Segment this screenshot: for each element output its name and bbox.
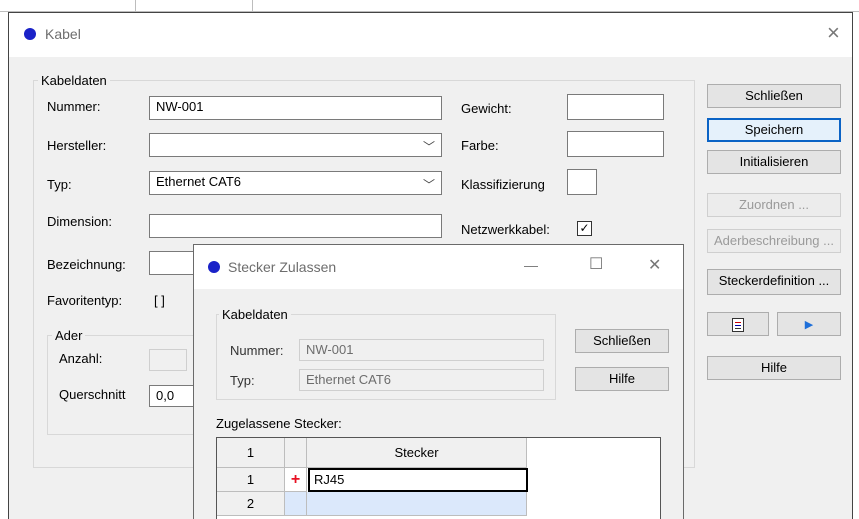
grid-title: Zugelassene Stecker: [216,416,342,431]
netzwerkkabel-label: Netzwerkkabel: [461,222,550,237]
klassifizierung-input[interactable] [567,169,597,195]
dialog-typ-input: Ethernet CAT6 [299,369,544,391]
dialog-typ-label: Typ: [230,373,255,388]
document-icon-button[interactable] [707,312,769,336]
add-marker-icon: + [285,468,307,492]
steckerdefinition-button[interactable]: Steckerdefinition ... [707,269,841,295]
hilfe-button[interactable]: Hilfe [707,356,841,380]
grid-cell-stecker[interactable] [307,492,527,516]
kabeldaten-group-title: Kabeldaten [38,73,110,88]
chevron-down-icon: ﹀ [422,178,435,192]
schliessen-button[interactable]: Schließen [707,84,841,108]
window-title: Kabel [45,26,81,42]
dialog-nummer-label: Nummer: [230,343,284,358]
play-arrow-button[interactable]: ▶ [777,312,841,336]
favoritentyp-label: Favoritentyp: [47,293,123,308]
app-dot-icon [208,261,220,273]
aderbeschreibung-button: Aderbeschreibung ... [707,229,841,253]
klassifizierung-label: Klassifizierung [461,177,545,192]
dimension-label: Dimension: [47,214,113,229]
grid-row-index: 2 [217,492,285,516]
typ-label: Typ: [47,177,72,192]
netzwerkkabel-checkbox[interactable]: ✓ [577,221,592,236]
anzahl-label: Anzahl: [59,351,103,366]
speichern-button[interactable]: Speichern [707,118,841,142]
grid-cell-stecker[interactable]: RJ45 [308,468,528,492]
document-icon [732,317,744,332]
dialog-schliessen-button[interactable]: Schließen [575,329,669,353]
kabel-titlebar: Kabel × [9,13,852,57]
hersteller-label: Hersteller: [47,138,107,153]
nummer-label: Nummer: [47,99,101,114]
background-divider [135,0,136,12]
nummer-input[interactable]: NW-001 [149,96,442,120]
dialog-kabeldaten-title: Kabeldaten [219,307,291,322]
grid-corner-header: 1 [217,438,285,468]
anzahl-input [149,349,187,371]
dialog-title: Stecker Zulassen [228,259,337,275]
grid-row-index: 1 [217,468,285,492]
ader-group-title: Ader [52,328,86,343]
dimension-input[interactable] [149,214,442,238]
zuordnen-button: Zuordnen ... [707,193,841,217]
background-app [0,0,859,12]
close-icon[interactable]: ✕ [648,255,661,275]
farbe-label: Farbe: [461,138,499,153]
typ-value: Ethernet CAT6 [156,174,242,189]
minimize-icon[interactable]: — [524,257,538,273]
gewicht-label: Gewicht: [461,101,512,116]
hersteller-select[interactable]: ﹀ [149,133,442,157]
dialog-titlebar: Stecker Zulassen — ☐ ✕ [194,245,683,289]
app-dot-icon [24,28,36,40]
bezeichnung-label: Bezeichnung: [47,257,126,272]
grid-marker-cell [285,492,307,516]
close-icon[interactable]: × [827,20,840,46]
maximize-icon[interactable]: ☐ [589,254,603,274]
background-divider [252,0,253,12]
chevron-down-icon: ﹀ [422,140,435,154]
dialog-nummer-input: NW-001 [299,339,544,361]
favoritentyp-value: [ ] [154,293,165,308]
farbe-input[interactable] [567,131,664,157]
stecker-zulassen-dialog: Stecker Zulassen — ☐ ✕ Kabeldaten Nummer… [193,244,684,519]
typ-select[interactable]: Ethernet CAT6 ﹀ [149,171,442,195]
grid-marker-header [285,438,307,468]
querschnitt-label: Querschnitt [59,387,126,402]
play-arrow-icon: ▶ [804,319,814,331]
stecker-column-header: Stecker [307,438,527,468]
initialisieren-button[interactable]: Initialisieren [707,150,841,174]
gewicht-input[interactable] [567,94,664,120]
stecker-grid: 1 Stecker 1 + RJ45 2 [216,437,661,519]
dialog-hilfe-button[interactable]: Hilfe [575,367,669,391]
